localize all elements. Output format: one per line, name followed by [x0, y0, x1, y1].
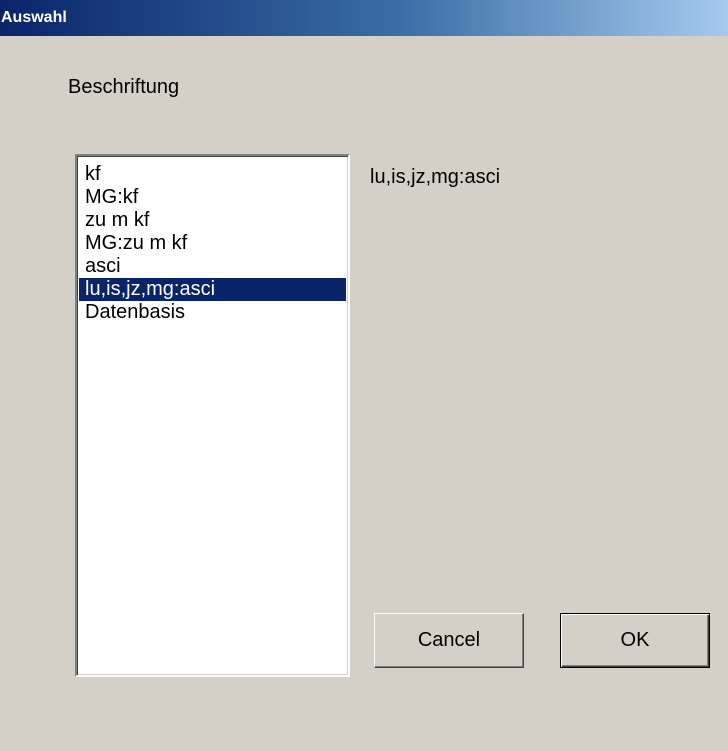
- list-item[interactable]: MG:zu m kf: [79, 232, 346, 255]
- list-item[interactable]: MG:kf: [79, 186, 346, 209]
- ok-button[interactable]: OK: [560, 613, 710, 668]
- list-item[interactable]: asci: [79, 255, 346, 278]
- window-title: Auswahl: [1, 9, 67, 26]
- list-item[interactable]: lu,is,jz,mg:asci: [79, 278, 346, 301]
- list-item[interactable]: Datenbasis: [79, 301, 346, 324]
- list-item[interactable]: kf: [79, 163, 346, 186]
- selected-value-label: lu,is,jz,mg:asci: [370, 166, 501, 188]
- cancel-button[interactable]: Cancel: [374, 613, 524, 668]
- options-listbox[interactable]: kf MG:kf zu m kf MG:zu m kf asci lu,is,j…: [75, 154, 350, 677]
- list-item[interactable]: zu m kf: [79, 209, 346, 232]
- title-bar[interactable]: Auswahl: [0, 0, 728, 36]
- caption-label: Beschriftung: [68, 76, 180, 98]
